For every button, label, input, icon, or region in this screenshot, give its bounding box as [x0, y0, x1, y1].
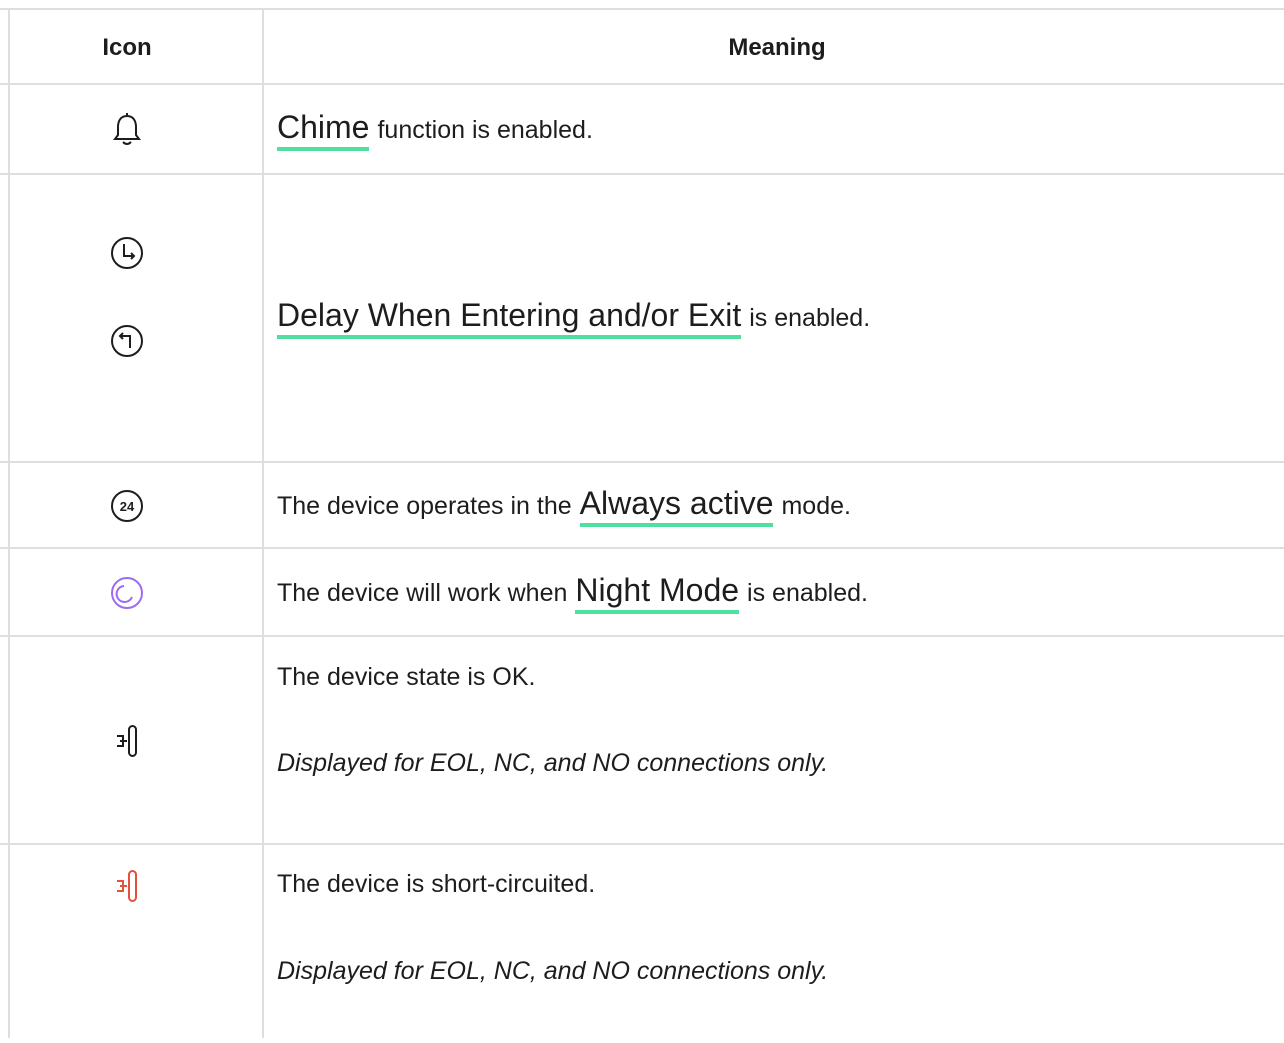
meaning-text: mode.	[781, 491, 851, 520]
bell-icon	[112, 113, 142, 147]
delay-link[interactable]: Delay When Entering and/or Exit	[277, 297, 742, 339]
meaning-cell: Delay When Entering and/or Exit is enabl…	[277, 293, 1284, 343]
table-row: The device will work when Night Mode is …	[0, 547, 1284, 637]
icon-cell: 24	[0, 463, 254, 549]
meaning-prefix: The device operates in the	[277, 491, 572, 520]
clock-entry-icon	[110, 324, 144, 358]
meaning-note: Displayed for EOL, NC, and NO connection…	[277, 748, 829, 777]
chime-link[interactable]: Chime	[277, 109, 370, 151]
header-icon: Icon	[102, 33, 152, 61]
meaning-note: Displayed for EOL, NC, and NO connection…	[277, 956, 829, 985]
table-row: Chime function is enabled.	[0, 83, 1284, 175]
meaning-cell: The device will work when Night Mode is …	[277, 549, 1284, 637]
table-row: Delay When Entering and/or Exit is enabl…	[0, 173, 1284, 463]
meaning-prefix: The device will work when	[277, 578, 568, 607]
header-meaning: Meaning	[728, 33, 826, 61]
icon-cell	[0, 233, 254, 273]
connection-ok-icon	[116, 724, 138, 758]
icon-cell	[0, 549, 254, 637]
24-hour-icon: 24	[111, 490, 143, 522]
table-row: The device state is OK. Displayed for EO…	[0, 635, 1284, 845]
clock-exit-icon	[110, 236, 144, 270]
table-row: 24 The device operates in the Always act…	[0, 461, 1284, 549]
night-mode-link[interactable]: Night Mode	[575, 572, 740, 614]
table-header-row: Icon Meaning	[0, 8, 1284, 85]
always-active-link[interactable]: Always active	[579, 485, 774, 527]
meaning-text: The device is short-circuited.	[277, 869, 596, 898]
meaning-text: is enabled.	[747, 578, 868, 607]
meaning-text: function is enabled.	[377, 115, 593, 144]
icon-cell	[0, 321, 254, 361]
icon-cell	[0, 637, 254, 845]
meaning-cell: Chime function is enabled.	[277, 85, 1284, 175]
meaning-text: is enabled.	[749, 303, 871, 332]
icon-cell	[0, 85, 254, 175]
meaning-text: The device state is OK.	[277, 662, 536, 691]
table-row: The device is short-circuited. Displayed…	[0, 843, 1284, 1043]
meaning-cell: The device operates in the Always active…	[277, 463, 1284, 549]
short-circuit-icon	[116, 869, 138, 903]
night-mode-icon	[110, 576, 144, 610]
icon-cell	[0, 861, 254, 911]
